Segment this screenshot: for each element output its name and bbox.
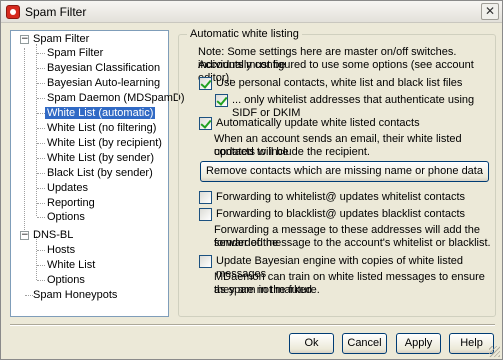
tree-item-white-list-by-sender[interactable]: White List (by sender)	[47, 151, 154, 166]
tree-item-spam-daemon[interactable]: Spam Daemon (MDSpamD)	[47, 91, 185, 106]
window-title: Spam Filter	[25, 5, 87, 19]
tree-item-dnsbl-options[interactable]: Options	[47, 273, 85, 288]
tree-item-spam-filter-root[interactable]: Spam Filter	[33, 32, 89, 47]
help-button[interactable]: Help	[449, 333, 494, 354]
settings-tree[interactable]: − Spam Filter Spam Filter Bayesian Class…	[10, 30, 185, 317]
tree-item-updates[interactable]: Updates	[47, 181, 88, 196]
forward-whitelist-label[interactable]: Forwarding to whitelist@ updates whiteli…	[216, 191, 465, 204]
tree-item-dnsbl-white-list[interactable]: White List	[47, 258, 95, 273]
remove-contacts-button[interactable]: Remove contacts which are missing name o…	[200, 161, 489, 182]
tree-item-black-list-by-sender[interactable]: Black List (by sender)	[47, 166, 153, 181]
group-legend: Automatic white listing	[187, 28, 302, 40]
ok-button[interactable]: Ok	[289, 333, 334, 354]
close-button[interactable]: ✕	[481, 3, 499, 20]
tree-item-white-list-automatic[interactable]: White List (automatic)	[45, 106, 156, 121]
resize-grip-icon[interactable]	[489, 346, 500, 357]
tree-item-options[interactable]: Options	[47, 210, 85, 225]
app-logo-icon	[6, 5, 20, 19]
auto-update-description-2: updated to include the recipient.	[214, 146, 370, 158]
collapse-spam-filter-icon[interactable]: −	[20, 35, 29, 44]
forward-blacklist-label[interactable]: Forwarding to blacklist@ updates blackli…	[216, 208, 465, 221]
apply-button[interactable]: Apply	[396, 333, 441, 354]
use-personal-contacts-checkbox[interactable]	[199, 77, 212, 90]
update-bayesian-checkbox[interactable]	[199, 255, 212, 268]
tree-item-white-list-no-filtering[interactable]: White List (no filtering)	[47, 121, 156, 136]
use-personal-contacts-label[interactable]: Use personal contacts, white list and bl…	[216, 77, 462, 90]
tree-item-spam-filter[interactable]: Spam Filter	[47, 46, 103, 61]
tree-item-bayesian-classification[interactable]: Bayesian Classification	[47, 61, 160, 76]
spam-filter-window: Spam Filter ✕ − Spam Filter Spam Filter …	[0, 0, 503, 360]
tree-item-bayesian-auto-learning[interactable]: Bayesian Auto-learning	[47, 76, 160, 91]
forward-blacklist-checkbox[interactable]	[199, 208, 212, 221]
only-sidf-dkim-checkbox[interactable]	[215, 94, 228, 107]
tree-item-dnsbl-hosts[interactable]: Hosts	[47, 243, 75, 258]
footer-separator	[10, 324, 495, 326]
cancel-button[interactable]: Cancel	[342, 333, 387, 354]
bayesian-description-2: as spam in the future.	[214, 284, 320, 296]
forward-whitelist-checkbox[interactable]	[199, 191, 212, 204]
tree-item-spam-honeypots[interactable]: Spam Honeypots	[33, 288, 117, 303]
collapse-dns-bl-icon[interactable]: −	[20, 231, 29, 240]
tree-item-dns-bl-root[interactable]: DNS-BL	[33, 228, 73, 243]
auto-update-contacts-checkbox[interactable]	[199, 117, 212, 130]
tree-item-white-list-by-recipient[interactable]: White List (by recipient)	[47, 136, 162, 151]
tree-item-reporting[interactable]: Reporting	[47, 196, 95, 211]
forward-description-2: forwarded message to the account's white…	[214, 237, 491, 249]
title-bar[interactable]: Spam Filter ✕	[1, 1, 502, 23]
auto-update-contacts-label[interactable]: Automatically update white listed contac…	[216, 117, 420, 130]
